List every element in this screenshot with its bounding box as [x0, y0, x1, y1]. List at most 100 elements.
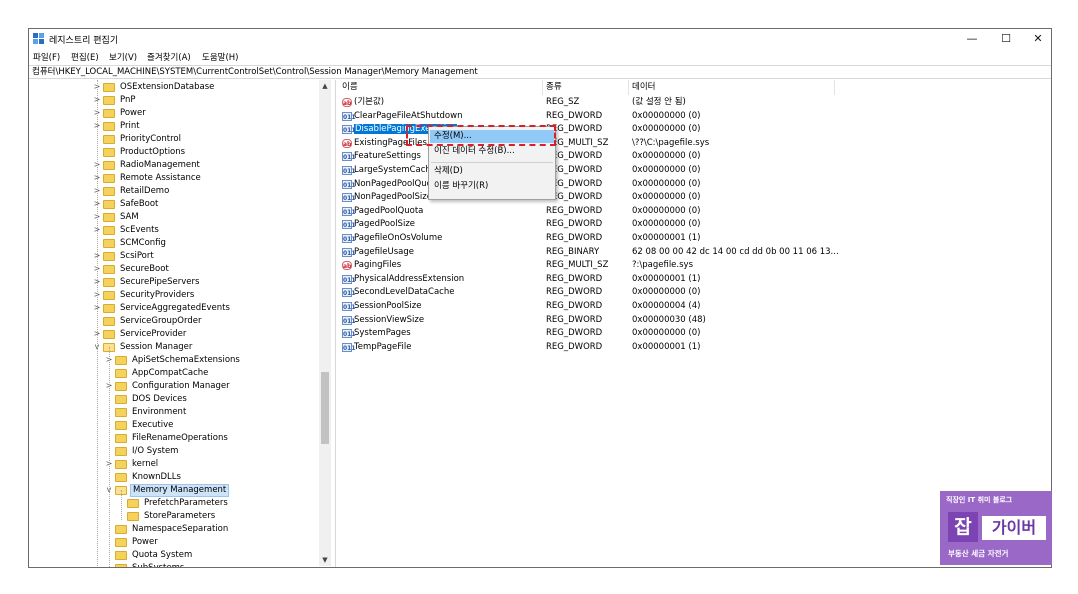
tree-item[interactable]: > ScEvents — [93, 224, 323, 237]
tree-scrollbar[interactable]: ▲ ▼ — [319, 80, 331, 566]
value-row[interactable]: 011PagefileOnOsVolume REG_DWORD 0x00000001… — [339, 232, 839, 246]
column-header-data[interactable]: 데이터 — [629, 80, 835, 95]
tree-item[interactable]: > SAM — [93, 211, 323, 224]
tree-item-label: RetailDemo — [120, 186, 170, 196]
value-row[interactable]: 011DisablePagingExecutive REG_DWORD 0x0000… — [339, 123, 839, 137]
tree-item[interactable]: Power — [105, 536, 335, 549]
folder-icon — [103, 278, 115, 287]
tree-item[interactable]: DOS Devices — [105, 393, 335, 406]
value-row[interactable]: ab ExistingPageFiles REG_MULTI_SZ \??\C:\pa… — [339, 137, 839, 151]
title-bar[interactable]: 레지스트리 편집기 — ☐ ✕ — [29, 29, 1051, 49]
column-header-type[interactable]: 종류 — [543, 80, 629, 95]
tree-item[interactable]: > ServiceAggregatedEvents — [93, 302, 323, 315]
tree-item[interactable]: AppCompatCache — [105, 367, 335, 380]
tree-item[interactable]: > ServiceProvider — [93, 328, 323, 341]
maximize-button[interactable]: ☐ — [989, 31, 1023, 47]
tree-item[interactable]: > PnP — [93, 94, 323, 107]
context-menu-item[interactable]: 이름 바꾸기(R) — [430, 180, 554, 193]
menu-edit[interactable]: 편집(E) — [71, 51, 99, 63]
tree-item[interactable]: > SecurePipeServers — [93, 276, 323, 289]
tree-item[interactable]: > kernel — [105, 458, 335, 471]
address-bar[interactable]: 컴퓨터\HKEY_LOCAL_MACHINE\SYSTEM\CurrentCon… — [29, 65, 1051, 79]
value-data: 0x00000000 (0) — [632, 205, 701, 216]
tree-item[interactable]: > ScsiPort — [93, 250, 323, 263]
column-header-name[interactable]: 이름 — [339, 80, 543, 95]
value-row[interactable]: 011PagedPoolSize REG_DWORD 0x00000000 (0) — [339, 218, 839, 232]
tree-item[interactable]: Executive — [105, 419, 335, 432]
tree-item[interactable]: v Memory Management — [105, 484, 335, 497]
tree-item[interactable]: PrefetchParameters — [117, 497, 335, 510]
value-name-cell: ab PagingFiles — [342, 259, 401, 272]
tree-item[interactable]: > Power — [93, 107, 323, 120]
value-row[interactable]: 011ClearPageFileAtShutdown REG_DWORD 0x000… — [339, 110, 839, 124]
folder-icon — [103, 135, 115, 144]
tree-item[interactable]: StoreParameters — [117, 510, 335, 523]
menu-favorites[interactable]: 즐겨찾기(A) — [147, 51, 191, 63]
context-menu-item[interactable]: 수정(M)... — [430, 130, 554, 143]
context-menu-item[interactable]: 이진 데이터 수정(B)... — [430, 145, 554, 158]
value-name-cell: 011PagefileOnOsVolume — [342, 232, 442, 245]
tree-item[interactable]: v Session Manager — [93, 341, 323, 354]
tree-item-label: OSExtensionDatabase — [120, 82, 215, 92]
value-name: PagedPoolQuota — [354, 205, 424, 216]
tree-item[interactable]: > Configuration Manager — [105, 380, 335, 393]
value-row[interactable]: 011TempPageFile REG_DWORD 0x00000001 (1) — [339, 341, 839, 355]
tree-item-label: ProductOptions — [120, 147, 186, 157]
tree-item[interactable]: > RetailDemo — [93, 185, 323, 198]
tree-item[interactable]: SCMConfig — [93, 237, 323, 250]
value-row[interactable]: 011SystemPages REG_DWORD 0x00000000 (0) — [339, 327, 839, 341]
tree-item[interactable]: KnownDLLs — [105, 471, 335, 484]
value-row[interactable]: 011PagefileUsage REG_BINARY 62 08 00 00 42… — [339, 246, 839, 260]
value-row[interactable]: 011FeatureSettings REG_DWORD 0x00000000 (0… — [339, 150, 839, 164]
context-menu-item[interactable]: 삭제(D) — [430, 165, 554, 178]
tree-item[interactable]: > SafeBoot — [93, 198, 323, 211]
tree-item[interactable]: > Print — [93, 120, 323, 133]
tree-item[interactable]: ProductOptions — [93, 146, 323, 159]
value-row[interactable]: 011SessionPoolSize REG_DWORD 0x00000004 (4… — [339, 300, 839, 314]
scroll-up-icon[interactable]: ▲ — [319, 80, 331, 92]
tree-item-label: I/O System — [132, 446, 179, 456]
tree-item[interactable]: > ApiSetSchemaExtensions — [105, 354, 335, 367]
close-button[interactable]: ✕ — [1021, 31, 1051, 47]
value-name: PagingFiles — [354, 260, 402, 271]
tree-item[interactable]: > Remote Assistance — [93, 172, 323, 185]
tree-item[interactable]: SubSystems — [105, 562, 335, 567]
folder-icon — [103, 148, 115, 157]
menu-file[interactable]: 파일(F) — [33, 51, 60, 63]
value-name-cell: 011SecondLevelDataCache — [342, 286, 454, 299]
tree-item[interactable]: > RadioManagement — [93, 159, 323, 172]
value-row[interactable]: 011LargeSystemCache REG_DWORD 0x00000000 (… — [339, 164, 839, 178]
tree-item[interactable]: > OSExtensionDatabase — [93, 81, 323, 94]
value-row[interactable]: 011NonPagedPoolSize REG_DWORD 0x00000000 (… — [339, 191, 839, 205]
value-row[interactable]: 011NonPagedPoolQuota REG_DWORD 0x00000000 … — [339, 178, 839, 192]
tree-item[interactable]: ServiceGroupOrder — [93, 315, 323, 328]
tree-item[interactable]: > SecurityProviders — [93, 289, 323, 302]
value-name-cell: ab (기본값) — [342, 96, 384, 109]
value-row[interactable]: ab PagingFiles REG_MULTI_SZ ?:\pagefile.sys — [339, 259, 839, 273]
value-row[interactable]: 011SessionViewSize REG_DWORD 0x00000030 (4… — [339, 314, 839, 328]
value-type: REG_DWORD — [546, 328, 603, 339]
minimize-button[interactable]: — — [955, 31, 989, 47]
key-tree[interactable]: > OSExtensionDatabase > PnP > Power > Print Prio… — [29, 80, 335, 567]
tree-item-label: SafeBoot — [120, 199, 159, 209]
scroll-down-icon[interactable]: ▼ — [319, 554, 331, 566]
tree-item[interactable]: PriorityControl — [93, 133, 323, 146]
value-row[interactable]: 011PhysicalAddressExtension REG_DWORD 0x00… — [339, 273, 839, 287]
menu-view[interactable]: 보기(V) — [109, 51, 137, 63]
folder-icon — [115, 460, 127, 469]
tree-item[interactable]: > SecureBoot — [93, 263, 323, 276]
registry-app-icon — [33, 33, 44, 44]
scroll-thumb[interactable] — [321, 372, 329, 444]
value-data: 0x00000000 (0) — [632, 287, 701, 298]
tree-item[interactable]: Quota System — [105, 549, 335, 562]
tree-item[interactable]: I/O System — [105, 445, 335, 458]
value-data: 0x00000000 (0) — [632, 124, 701, 135]
tree-item[interactable]: Environment — [105, 406, 335, 419]
value-row[interactable]: ab (기본값) REG_SZ (값 설정 안 됨) — [339, 96, 839, 110]
value-row[interactable]: 011SecondLevelDataCache REG_DWORD 0x000000… — [339, 286, 839, 300]
tree-item[interactable]: FileRenameOperations — [105, 432, 335, 445]
value-row[interactable]: 011PagedPoolQuota REG_DWORD 0x00000000 (0) — [339, 205, 839, 219]
menu-help[interactable]: 도움말(H) — [202, 51, 238, 63]
folder-icon — [115, 395, 127, 404]
tree-item[interactable]: NamespaceSeparation — [105, 523, 335, 536]
